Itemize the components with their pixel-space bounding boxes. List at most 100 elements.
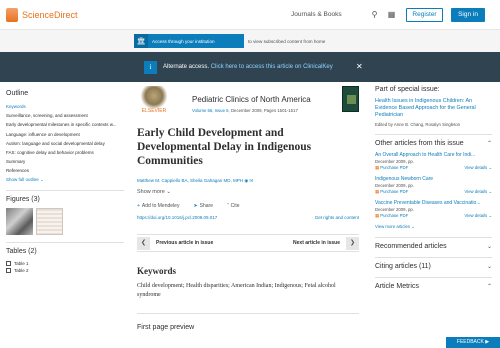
purchase-pdf-link[interactable]: ▦ Purchase PDF <box>375 165 408 171</box>
related-article-actions: ▦ Purchase PDF View details ⌄ <box>375 213 492 219</box>
chevron-down-icon: ⌄ <box>166 189 171 195</box>
issue-navigation: ❮ Previous article in issue Next article… <box>137 234 359 252</box>
journals-books-link[interactable]: Journals & Books <box>291 11 342 18</box>
cite-button[interactable]: “Cite <box>227 203 240 209</box>
article-metrics-toggle[interactable]: Article Metrics ⌃ <box>375 283 492 290</box>
purchase-pdf-label: Purchase PDF <box>380 165 409 170</box>
feedback-button[interactable]: FEEDBACK ▶ <box>446 337 500 348</box>
recommended-articles-toggle[interactable]: Recommended articles ⌄ <box>375 243 492 250</box>
clinicalkey-link[interactable]: Click here to access this article on Cli… <box>211 64 333 70</box>
divider <box>6 189 124 191</box>
issue-meta: December 2009, Pages 1501-1517 <box>230 108 298 113</box>
figure-thumbnail[interactable] <box>6 207 33 235</box>
chevron-down-icon: ⌄ <box>486 244 492 250</box>
view-details-label: View details <box>464 189 488 194</box>
view-more-articles-link[interactable]: View more articles ⌄ <box>375 224 492 230</box>
purchase-pdf-label: Purchase PDF <box>380 189 409 194</box>
register-button[interactable]: Register <box>406 8 443 22</box>
table-label: Table 1 <box>14 260 29 266</box>
volume-link[interactable]: Volume 56, Issue 6, <box>192 108 230 113</box>
outline-item[interactable]: Surveillance, screening, and assessment <box>6 111 124 120</box>
sciencedirect-logo[interactable]: ScienceDirect <box>6 8 78 22</box>
pdf-icon: ▦ <box>375 165 380 170</box>
elsevier-tree-icon <box>139 86 169 108</box>
journal-title-link[interactable]: Pediatric Clinics of North America <box>192 95 311 104</box>
divider <box>375 237 492 238</box>
doi-row: https://doi.org/10.1016/j.pcl.2009.09.01… <box>137 215 359 220</box>
other-articles-toggle[interactable]: Other articles from this issue ⌃ <box>375 140 492 147</box>
show-more-label: Show more <box>137 189 165 195</box>
share-label: Share <box>199 203 213 209</box>
right-sidebar: Part of special issue: Health Issues in … <box>375 86 492 290</box>
alternate-access-text: Alternate access. Click here to access t… <box>163 64 333 70</box>
chat-icon: ▶ <box>485 339 490 345</box>
sign-in-button[interactable]: Sign in <box>451 8 485 22</box>
editors-text: Edited by Anne B. Chang, Rosalyn Singlet… <box>375 122 461 127</box>
show-full-outline-link[interactable]: Show full outline ⌄ <box>6 177 124 183</box>
account-icon[interactable]: ▦ <box>387 10 396 19</box>
figures-title: Figures (3) <box>6 195 40 203</box>
search-icon[interactable]: ⚲ <box>370 10 379 19</box>
next-article[interactable]: Next article in issue ❯ <box>293 236 359 250</box>
related-article-link[interactable]: Indigenous Newborn Care <box>375 176 492 182</box>
table-icon <box>6 267 11 273</box>
share-button[interactable]: ➤ Share <box>193 203 213 209</box>
top-bar: ScienceDirect Journals & Books ⚲ ▦ Regis… <box>0 0 500 30</box>
share-icon: ➤ <box>193 203 198 209</box>
next-article-label: Next article in issue <box>293 240 340 246</box>
authors-list[interactable]: Matthew M. Cappiello BA, Sheila Gahagan … <box>137 178 359 184</box>
view-details-link[interactable]: View details ⌄ <box>464 189 492 195</box>
table-link[interactable]: Table 1 <box>6 260 124 267</box>
pdf-icon: ▦ <box>375 213 380 218</box>
citing-articles-toggle[interactable]: Citing articles (11) ⌄ <box>375 263 492 270</box>
close-icon[interactable]: ✕ <box>356 62 363 71</box>
article-title: Early Child Development and Developmenta… <box>137 127 312 167</box>
outline-item[interactable]: Early developmental milestones in specif… <box>6 120 124 129</box>
outline-title: Outline <box>6 90 29 97</box>
chevron-right-icon[interactable]: ❯ <box>346 236 359 250</box>
pdf-icon: ▦ <box>375 189 380 194</box>
purchase-pdf-link[interactable]: ▦ Purchase PDF <box>375 189 408 195</box>
view-details-link[interactable]: View details ⌄ <box>464 213 492 219</box>
outline-item[interactable]: FAS: cognitive delay and behavior proble… <box>6 148 124 157</box>
show-more-button[interactable]: Show more ⌄ <box>137 189 359 195</box>
journal-cover[interactable] <box>342 86 359 112</box>
related-article-actions: ▦ Purchase PDF View details ⌄ <box>375 165 492 171</box>
show-full-outline-label: Show full outline <box>6 176 39 182</box>
table-icon <box>6 260 11 266</box>
institution-button-label: Access through your institution <box>152 38 215 44</box>
outline-panel: Outline Keywords Surveillance, screening… <box>6 90 124 274</box>
plus-icon: + <box>137 203 140 209</box>
metrics-heading: Article Metrics <box>375 283 419 290</box>
doi-link[interactable]: https://doi.org/10.1016/j.pcl.2009.09.01… <box>137 215 217 220</box>
figures-thumbnails <box>6 207 124 235</box>
special-issue-heading: Part of special issue: <box>375 86 440 93</box>
keywords-heading: Keywords <box>137 266 176 276</box>
elsevier-logo[interactable]: ELSEVIER <box>137 86 171 116</box>
outline-item[interactable]: Summary <box>6 157 124 166</box>
institution-icon: 🏛 <box>134 34 148 48</box>
previous-article[interactable]: ❮ Previous article in issue <box>137 236 213 250</box>
keywords-list: Child development; Health disparities; A… <box>137 283 336 298</box>
outline-item[interactable]: References <box>6 166 124 175</box>
person-icon: ◉ <box>244 178 249 183</box>
purchase-pdf-link[interactable]: ▦ Purchase PDF <box>375 213 408 219</box>
special-issue-link[interactable]: Health Issues in Indigenous Children: An… <box>375 98 492 119</box>
figure-thumbnail[interactable] <box>36 207 63 235</box>
list-item: Indigenous Newborn Care December 2009, p… <box>375 176 492 195</box>
chevron-left-icon[interactable]: ❮ <box>137 236 150 250</box>
related-article-link[interactable]: An Overall Approach to Health Care for I… <box>375 152 492 158</box>
table-link[interactable]: Table 2 <box>6 267 124 274</box>
outline-item[interactable]: Autism: language and social developmenta… <box>6 139 124 148</box>
divider <box>375 257 492 258</box>
outline-item[interactable]: Keywords <box>6 102 124 111</box>
info-icon: i <box>144 61 157 74</box>
divider <box>375 134 492 135</box>
outline-item[interactable]: Language: influence on development <box>6 130 124 139</box>
add-mendeley-button[interactable]: + Add to Mendeley <box>137 203 179 209</box>
related-article-link[interactable]: Vaccine Preventable Diseases and Vaccina… <box>375 200 492 206</box>
institution-access-button[interactable]: 🏛 Access through your institution <box>134 34 244 48</box>
rights-link[interactable]: Get rights and content <box>315 215 359 220</box>
view-details-link[interactable]: View details ⌄ <box>464 165 492 171</box>
tables-title: Tables (2) <box>6 247 37 255</box>
